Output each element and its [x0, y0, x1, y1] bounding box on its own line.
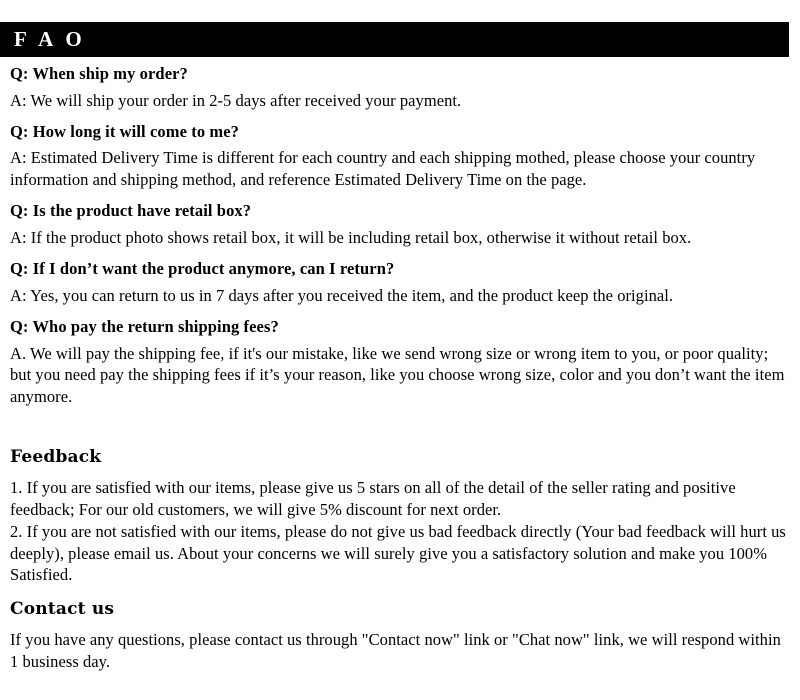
- faq-item: Q: If I don’t want the product anymore, …: [10, 258, 790, 307]
- faq-question: Q: How long it will come to me?: [10, 121, 240, 141]
- faq-answer: A: Estimated Delivery Time is different …: [10, 148, 756, 190]
- faq-answer: A: Yes, you can return to us in 7 days a…: [10, 285, 674, 305]
- faq-answer: A: We will ship your order in 2-5 days a…: [10, 90, 462, 110]
- faq-answer: A: If the product photo shows retail box…: [10, 228, 692, 248]
- contact-paragraph: If you have any questions, please contac…: [10, 629, 781, 671]
- faq-page: F A O Q: When ship my order? A: We will …: [0, 0, 800, 700]
- feedback-paragraph-1: 1. If you are satisfied with our items, …: [10, 477, 736, 519]
- faq-content: Q: When ship my order? A: We will ship y…: [0, 63, 800, 673]
- faq-answer: A. We will pay the shipping fee, if it's…: [10, 343, 785, 407]
- feedback-paragraph-2: 2. If you are not satisfied with our ite…: [10, 521, 786, 585]
- faq-question: Q: When ship my order?: [10, 64, 188, 83]
- faq-question: Q: If I don’t want the product anymore, …: [10, 259, 395, 279]
- contact-heading: Contact us: [10, 599, 115, 620]
- faq-item: Q: How long it will come to me? A: Estim…: [10, 121, 790, 192]
- contact-section: Contact us If you have any questions, pl…: [10, 599, 790, 672]
- faq-banner-title: F A O: [14, 27, 86, 51]
- faq-question: Q: Is the product have retail box?: [10, 201, 252, 221]
- faq-item: Q: Who pay the return shipping fees? A. …: [10, 316, 790, 409]
- faq-banner: F A O: [0, 22, 789, 57]
- feedback-heading: Feedback: [10, 447, 102, 468]
- feedback-section: Feedback 1. If you are satisfied with ou…: [10, 447, 790, 586]
- faq-item: Q: Is the product have retail box? A: If…: [10, 200, 790, 249]
- faq-item: Q: When ship my order? A: We will ship y…: [10, 63, 790, 112]
- faq-question: Q: Who pay the return shipping fees?: [10, 316, 279, 336]
